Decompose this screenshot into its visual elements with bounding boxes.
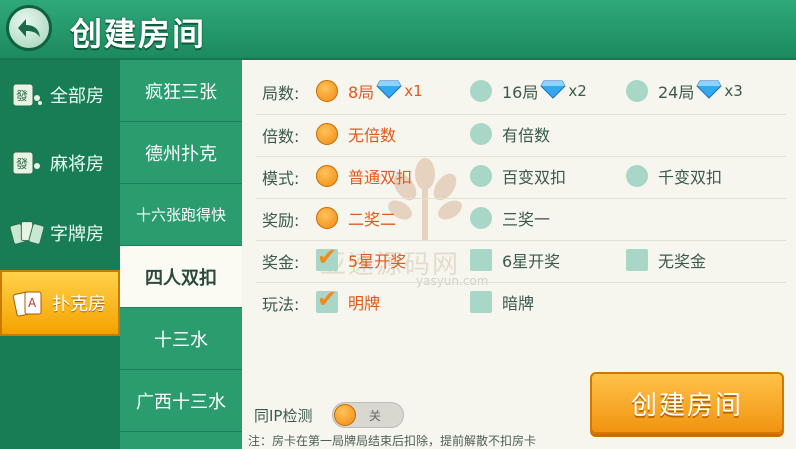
game-item[interactable]: 十六张跑得快 [120, 184, 242, 246]
category-all[interactable]: 發 全部房 [0, 62, 120, 128]
rounds-option-8[interactable]: 8局 x1 [316, 79, 423, 103]
radio-button[interactable] [316, 165, 338, 187]
option-text: 明牌 [348, 294, 381, 313]
multiple-option-none[interactable]: 无倍数 [316, 122, 396, 146]
row-divider [256, 156, 786, 157]
rounds-option-16[interactable]: 16局 x2 [470, 79, 587, 103]
radio-button[interactable] [316, 80, 338, 102]
play-option-hidden[interactable]: 暗牌 [470, 290, 534, 314]
row-divider [256, 282, 786, 283]
mode-option-normal[interactable]: 普通双扣 [316, 164, 412, 188]
create-room-button[interactable]: 创建房间 [590, 372, 784, 434]
game-list: 疯狂三张 德州扑克 十六张跑得快 四人双扣 十三水 广西十三水 [120, 60, 242, 449]
option-text: 有倍数 [502, 126, 551, 145]
mode-option-hundred[interactable]: 百变双扣 [470, 164, 566, 188]
category-mahjong[interactable]: 發 麻将房 [0, 130, 120, 196]
back-button[interactable] [6, 5, 52, 51]
option-text: 暗牌 [502, 294, 535, 313]
game-item[interactable]: 德州扑克 [120, 122, 242, 184]
option-text: 8局 [348, 83, 375, 102]
checkbox[interactable] [316, 285, 338, 313]
mahjong-tile-icon: 發 [10, 148, 44, 178]
radio-button[interactable] [626, 165, 648, 187]
reward-option-two[interactable]: 二奖二 [316, 206, 396, 230]
radio-button[interactable] [316, 123, 338, 145]
radio-button[interactable] [626, 80, 648, 102]
radio-button[interactable] [470, 165, 492, 187]
checkbox[interactable] [470, 249, 492, 271]
option-text: 千变双扣 [658, 168, 723, 187]
diamond-icon [376, 79, 402, 103]
header-bar: 创建房间 [0, 0, 796, 60]
radio-button[interactable] [316, 207, 338, 229]
option-text: 无奖金 [658, 252, 707, 271]
mahjong-tile-icon: 發 [10, 80, 44, 110]
category-label: 扑克房 [52, 294, 106, 315]
category-label: 麻将房 [50, 154, 104, 175]
multiplier-text: x2 [568, 82, 587, 100]
multiple-option-with[interactable]: 有倍数 [470, 122, 550, 146]
toggle-state-text: 关 [369, 409, 382, 423]
option-text: 16局 [502, 83, 539, 102]
play-option-open[interactable]: 明牌 [316, 285, 381, 314]
category-poker[interactable]: A 扑克房 [0, 270, 120, 336]
room-card-note: 注：房卡在第一局牌局结束后扣除，提前解散不扣房卡 [248, 434, 537, 448]
category-character-cards[interactable]: 字牌房 [0, 200, 120, 266]
option-text: 6星开奖 [502, 252, 561, 271]
ip-check-toggle[interactable]: 关 [332, 402, 404, 428]
toggle-knob [334, 404, 356, 426]
ip-check-label: 同IP检测 [254, 407, 313, 425]
page-title: 创建房间 [70, 15, 207, 53]
option-text: 无倍数 [348, 126, 397, 145]
row-divider [256, 114, 786, 115]
option-text: 5星开奖 [348, 252, 407, 271]
play-label: 玩法: [262, 295, 300, 314]
bonus-label: 奖金: [262, 253, 300, 272]
diamond-icon [696, 79, 723, 103]
category-label: 字牌房 [50, 224, 104, 245]
game-item-selected[interactable]: 四人双扣 [120, 246, 242, 308]
checkbox[interactable] [470, 291, 492, 313]
mode-option-thousand[interactable]: 千变双扣 [626, 164, 722, 188]
option-text: 普通双扣 [348, 168, 413, 187]
svg-text:發: 發 [16, 156, 28, 171]
bonus-option-6star[interactable]: 6星开奖 [470, 248, 560, 272]
back-arrow-icon [18, 19, 40, 37]
multiplier-text: x3 [724, 82, 743, 100]
poker-cards-icon: A [12, 288, 46, 318]
game-item[interactable]: 疯狂三张 [120, 60, 242, 122]
option-text: 24局 [658, 83, 695, 102]
bonus-option-none[interactable]: 无奖金 [626, 248, 706, 272]
game-item[interactable]: 广西十三水 [120, 370, 242, 432]
svg-text:發: 發 [16, 88, 28, 103]
reward-label: 奖励: [262, 211, 300, 230]
svg-text:A: A [28, 296, 37, 310]
room-settings-panel: 亚速源码网 yasyun.com 局数: 8局 x1 16局 x2 24局 x3… [242, 60, 796, 449]
game-item[interactable]: 十三水 [120, 308, 242, 370]
multiple-label: 倍数: [262, 127, 300, 146]
checkbox[interactable] [626, 249, 648, 271]
character-cards-icon [10, 218, 44, 248]
row-divider [256, 240, 786, 241]
category-sidebar: 發 全部房 發 麻将房 字牌房 A 扑克房 [0, 60, 120, 449]
checkbox[interactable] [316, 243, 338, 271]
radio-button[interactable] [470, 123, 492, 145]
multiplier-text: x1 [404, 82, 423, 100]
rounds-label: 局数: [262, 84, 300, 103]
option-text: 百变双扣 [502, 168, 567, 187]
radio-button[interactable] [470, 207, 492, 229]
category-label: 全部房 [50, 86, 104, 107]
watermark-url: yasyun.com [416, 274, 489, 288]
mode-label: 模式: [262, 169, 300, 188]
bonus-option-5star[interactable]: 5星开奖 [316, 243, 407, 272]
option-text: 三奖一 [502, 210, 551, 229]
reward-option-three[interactable]: 三奖一 [470, 206, 550, 230]
row-divider [256, 198, 786, 199]
option-text: 二奖二 [348, 210, 397, 229]
rounds-option-24[interactable]: 24局 x3 [626, 79, 743, 103]
diamond-icon [540, 79, 567, 103]
radio-button[interactable] [470, 80, 492, 102]
